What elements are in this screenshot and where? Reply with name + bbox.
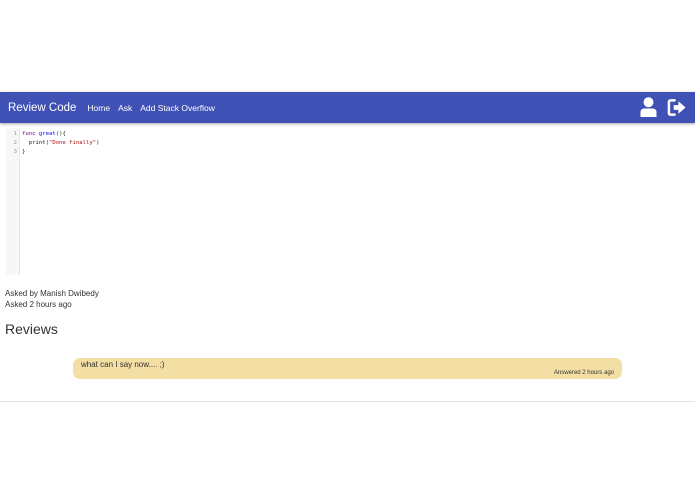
nav-add-stack-overflow-link[interactable]: Add Stack Overflow (140, 103, 215, 113)
review-card: what can I say now.... ;) Answered 2 hou… (73, 358, 622, 379)
reviews-heading: Reviews (5, 321, 58, 337)
brand-link[interactable]: Review Code (8, 102, 76, 114)
code-string: "Done finally" (48, 140, 97, 146)
nav-ask-link[interactable]: Ask (118, 103, 132, 113)
code-line: print("Done finally") (22, 140, 100, 146)
sign-out-icon[interactable] (667, 96, 687, 118)
line-number: 1 (13, 131, 17, 137)
code-line: func great(){ (22, 131, 66, 137)
code-punctuation: ) (96, 140, 100, 146)
top-navbar: Review Code Home Ask Add Stack Overflow (0, 92, 695, 123)
review-text: what can I say now.... ;) (81, 360, 165, 369)
line-number: 3 (13, 149, 17, 155)
line-number-gutter: 1 2 3 (6, 128, 20, 275)
nav-home-link[interactable]: Home (87, 103, 110, 113)
line-number: 2 (13, 140, 17, 146)
nav-icons (638, 96, 687, 118)
code-editor[interactable]: 1 2 3 func great(){ print("Done finally"… (6, 128, 689, 275)
code-call: print( (22, 140, 49, 146)
main-content: 1 2 3 func great(){ print("Done finally"… (0, 123, 695, 402)
code-line: } (22, 149, 25, 155)
code-punctuation: (){ (55, 131, 66, 137)
user-icon[interactable] (638, 96, 658, 118)
review-answered-time: Answered 2 hours ago (553, 370, 614, 376)
asked-time-text: Asked 2 hours ago (5, 300, 72, 309)
code-function-name: great (38, 131, 56, 137)
code-punctuation: } (22, 149, 26, 155)
asked-by-text: Asked by Manish Dwibedy (5, 289, 99, 298)
code-keyword: func (22, 131, 36, 137)
